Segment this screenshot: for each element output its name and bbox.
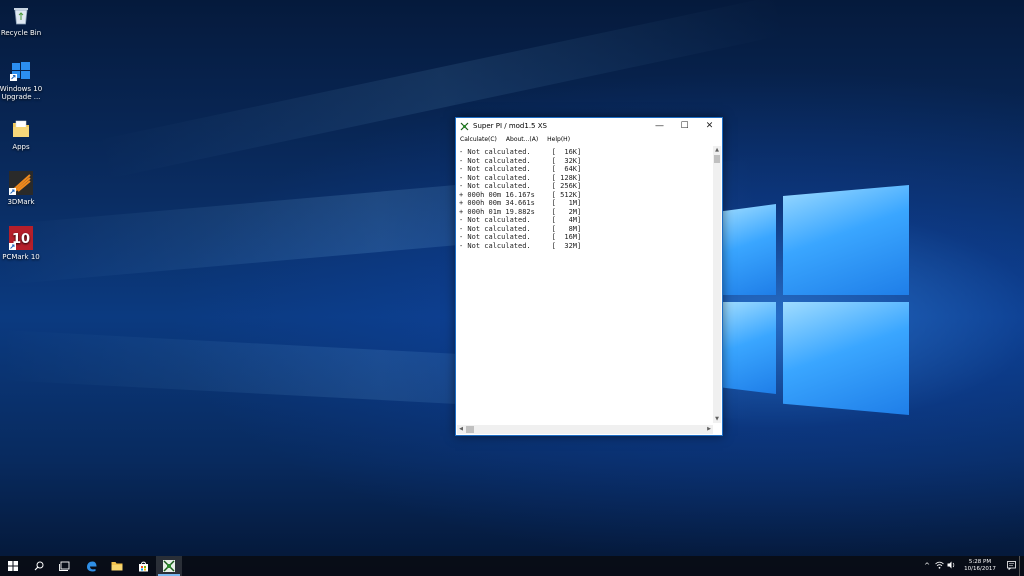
- superpi-icon: [163, 560, 175, 572]
- system-tray: ^ 5:28 PM 10/16/2017: [921, 556, 1024, 576]
- recycle-bin-icon: [10, 4, 32, 26]
- scroll-left-icon[interactable]: ◀: [457, 425, 465, 434]
- result-line: - Not calculated. [ 64K]: [459, 165, 582, 173]
- result-line: - Not calculated. [ 32K]: [459, 156, 582, 165]
- results-area[interactable]: - Not calculated. [ 16K] - Not calculated…: [457, 146, 713, 423]
- edge-button[interactable]: [78, 556, 104, 576]
- desktop-icon-windows-upgrade[interactable]: Windows 10 Upgrade ...: [0, 60, 43, 101]
- result-line: - Not calculated. [ 32M]: [459, 241, 582, 250]
- scroll-right-icon[interactable]: ▶: [705, 425, 713, 434]
- menu-help[interactable]: Help(H): [547, 136, 570, 143]
- superpi-window: Super PI / mod1.5 XS — ☐ ✕ Calculate(C) …: [455, 117, 723, 436]
- store-icon: [138, 561, 148, 571]
- folder-icon: [10, 118, 32, 140]
- network-icon[interactable]: [933, 561, 945, 571]
- clock-date: 10/16/2017: [964, 566, 996, 572]
- result-line: - Not calculated. [ 8M]: [459, 224, 582, 233]
- windows-upgrade-icon: [10, 60, 32, 82]
- superpi-icon: [460, 121, 469, 131]
- windows-logo-icon: [8, 561, 18, 571]
- chevron-up-icon[interactable]: ^: [921, 562, 933, 570]
- start-button[interactable]: [0, 556, 26, 576]
- desktop-icon-recycle-bin[interactable]: Recycle Bin: [0, 4, 43, 37]
- desktop: Recycle Bin Windows 10 Upgrade ... Apps: [0, 0, 1024, 576]
- desktop-icon-label: Windows 10 Upgrade ...: [0, 85, 43, 101]
- result-line: + 000h 01m 19.882s [ 2M]: [459, 207, 582, 216]
- result-line: - Not calculated. [ 256K]: [459, 182, 582, 190]
- minimize-icon: —: [655, 121, 664, 131]
- clock-time: 5:28 PM: [968, 559, 992, 565]
- horizontal-scroll-thumb[interactable]: [466, 426, 474, 433]
- folder-icon: [111, 562, 123, 571]
- desktop-icon-3dmark[interactable]: 3DMark: [0, 171, 43, 206]
- scroll-up-icon[interactable]: ▲: [713, 146, 721, 154]
- vertical-scroll-thumb[interactable]: [714, 155, 720, 163]
- 3dmark-icon: [9, 171, 33, 195]
- desktop-icon-apps[interactable]: Apps: [0, 118, 43, 151]
- desktop-icon-label: PCMark 10: [2, 253, 40, 261]
- menu-bar: Calculate(C) About...(A) Help(H): [456, 134, 722, 145]
- edge-icon: [86, 561, 96, 572]
- show-desktop-button[interactable]: [1019, 556, 1024, 576]
- pcmark-icon: 10: [9, 226, 33, 250]
- notifications-icon[interactable]: [1003, 560, 1019, 572]
- desktop-icon-label: 3DMark: [7, 198, 35, 206]
- result-line: - Not calculated. [ 16M]: [459, 233, 582, 241]
- volume-icon[interactable]: [945, 561, 957, 571]
- result-line: + 000h 00m 16.167s [ 512K]: [459, 190, 582, 199]
- search-button[interactable]: [26, 556, 52, 576]
- superpi-taskbar-button[interactable]: [156, 556, 182, 576]
- scroll-down-icon[interactable]: ▼: [713, 415, 721, 423]
- task-view-icon: [59, 561, 70, 571]
- horizontal-scrollbar[interactable]: ◀ ▶: [457, 425, 713, 434]
- desktop-icon-label: Recycle Bin: [0, 29, 42, 37]
- result-line: + 000h 00m 34.661s [ 1M]: [459, 199, 582, 207]
- menu-calculate[interactable]: Calculate(C): [460, 136, 497, 143]
- result-line: - Not calculated. [ 16K]: [459, 148, 582, 156]
- maximize-button[interactable]: ☐: [672, 118, 697, 134]
- minimize-button[interactable]: —: [647, 118, 672, 134]
- window-title: Super PI / mod1.5 XS: [473, 122, 547, 130]
- desktop-icon-label: Apps: [12, 143, 30, 151]
- title-bar[interactable]: Super PI / mod1.5 XS — ☐ ✕: [456, 118, 722, 134]
- task-view-button[interactable]: [52, 556, 78, 576]
- results-list: - Not calculated. [ 16K] - Not calculated…: [457, 146, 713, 252]
- file-explorer-button[interactable]: [104, 556, 130, 576]
- search-icon: [34, 561, 44, 571]
- vertical-scrollbar[interactable]: ▲ ▼: [713, 146, 721, 423]
- close-button[interactable]: ✕: [697, 118, 722, 134]
- taskbar: ^ 5:28 PM 10/16/2017: [0, 556, 1024, 576]
- result-line: - Not calculated. [ 128K]: [459, 173, 582, 182]
- maximize-icon: ☐: [680, 121, 689, 131]
- result-line: - Not calculated. [ 4M]: [459, 216, 582, 224]
- clock[interactable]: 5:28 PM 10/16/2017: [961, 559, 999, 573]
- close-icon: ✕: [705, 121, 714, 131]
- store-button[interactable]: [130, 556, 156, 576]
- desktop-icon-pcmark10[interactable]: 10 PCMark 10: [0, 226, 43, 261]
- menu-about[interactable]: About...(A): [506, 136, 538, 143]
